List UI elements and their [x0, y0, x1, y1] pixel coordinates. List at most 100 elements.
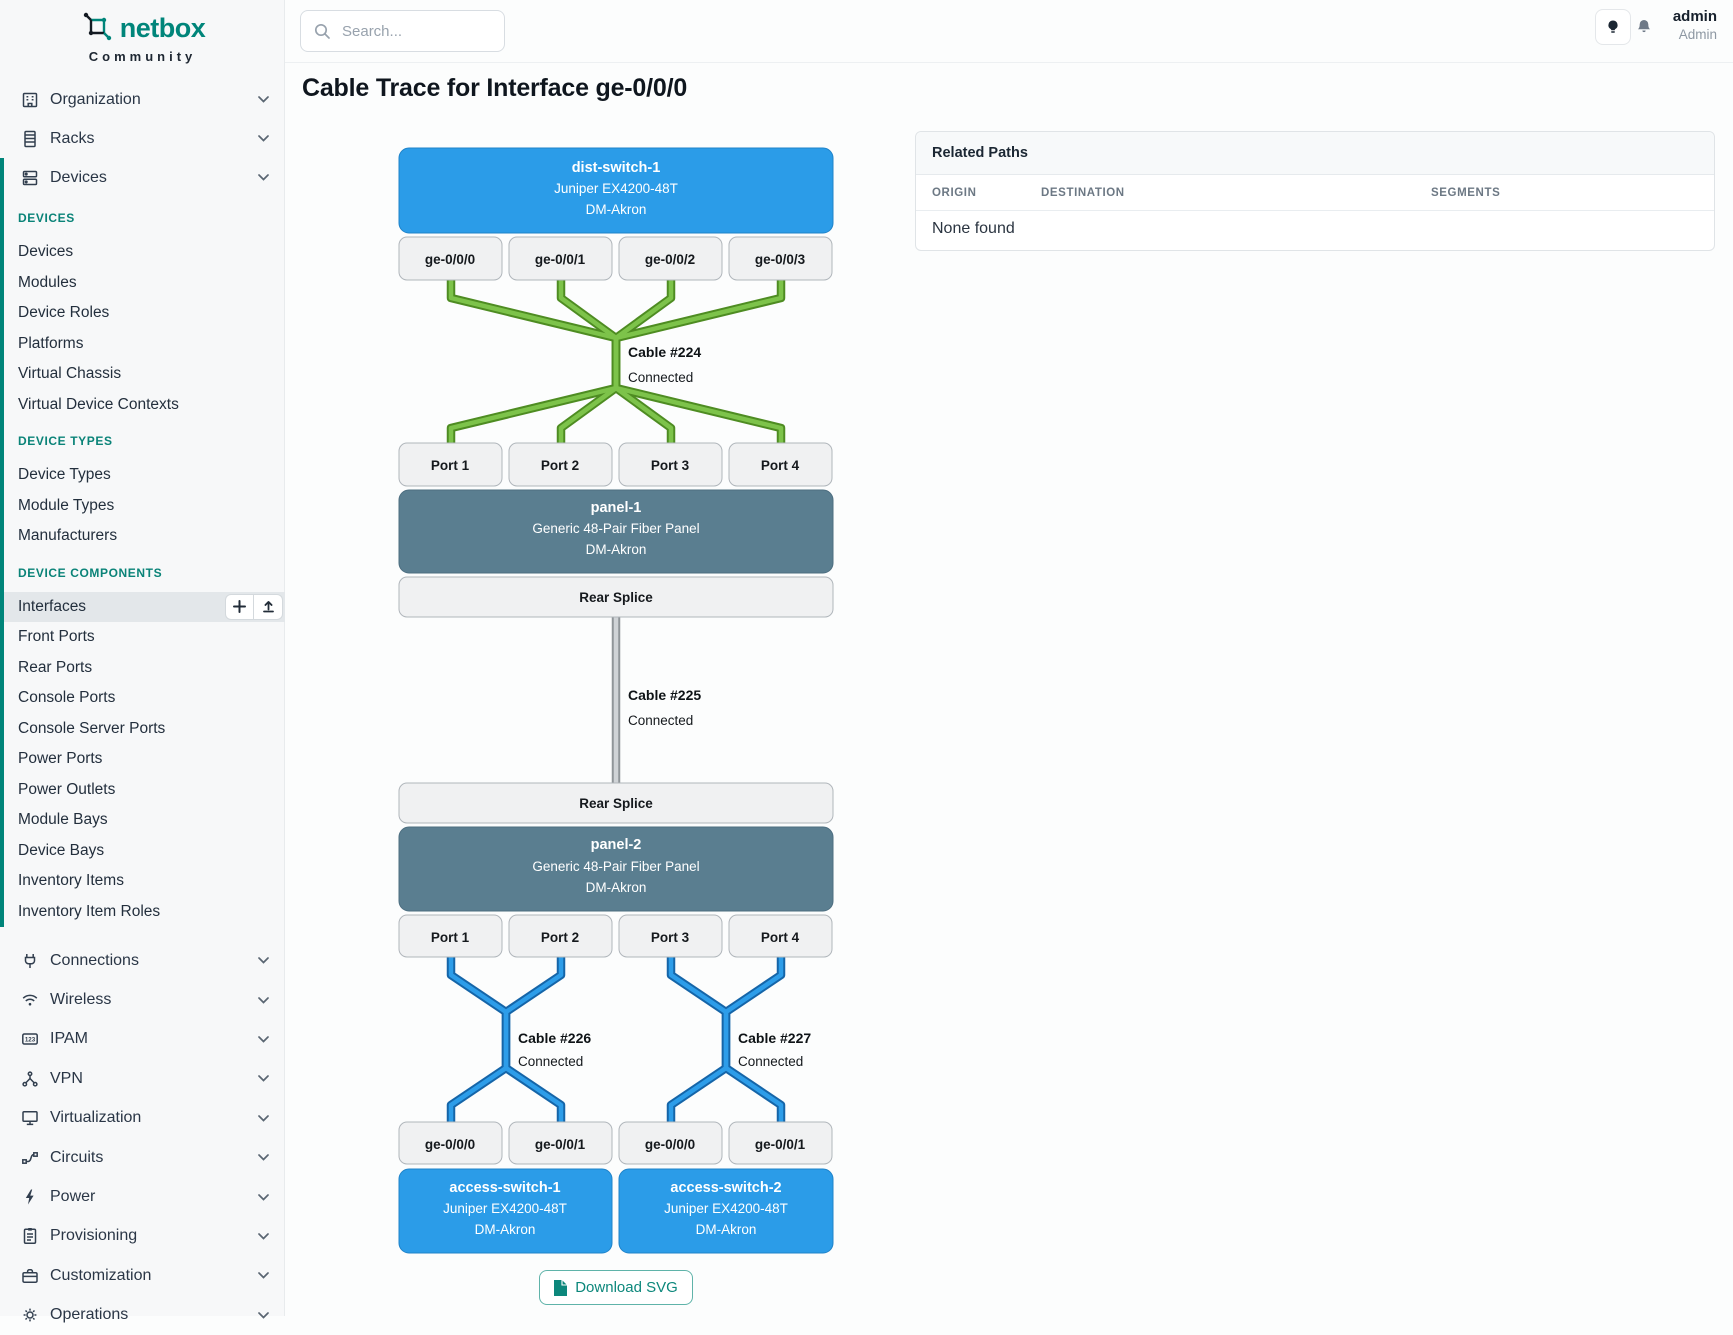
sidebar-item-virtual-device-contexts[interactable]: Virtual Device Contexts: [4, 390, 285, 421]
sidebar-item-platforms[interactable]: Platforms: [4, 329, 285, 360]
interface-label[interactable]: ge-0/0/2: [645, 252, 695, 267]
trace-front-port-row-panel1[interactable]: Port 1 Port 2 Port 3 Port 4: [399, 443, 832, 486]
chevron-down-icon: [258, 957, 269, 964]
front-port-label[interactable]: Port 1: [431, 930, 470, 945]
chevron-down-icon: [258, 1312, 269, 1319]
sidebar-item-inventory-item-roles[interactable]: Inventory Item Roles: [4, 897, 285, 928]
sidebar-item-manufacturers[interactable]: Manufacturers: [4, 521, 285, 552]
sidebar-item-organization[interactable]: Organization: [0, 80, 285, 119]
cable-227-label[interactable]: Cable #227 Connected: [738, 1030, 811, 1069]
column-header-destination: DESTINATION: [1041, 187, 1431, 199]
sidebar-item-power[interactable]: Power: [0, 1177, 285, 1216]
sidebar-item-console-server-ports[interactable]: Console Server Ports: [4, 714, 285, 745]
sidebar-item-power-ports[interactable]: Power Ports: [4, 744, 285, 775]
user-menu[interactable]: admin Admin: [1625, 8, 1717, 43]
sidebar-item-module-bays[interactable]: Module Bays: [4, 805, 285, 836]
cable-label[interactable]: Cable #227: [738, 1030, 811, 1046]
trace-rear-port-panel1[interactable]: Rear Splice: [399, 577, 833, 617]
trace-node-dist-switch-1[interactable]: dist-switch-1 Juniper EX4200-48T DM-Akro…: [399, 148, 833, 233]
device-model: Generic 48-Pair Fiber Panel: [532, 521, 699, 536]
device-name[interactable]: access-switch-2: [670, 1180, 781, 1196]
interface-label[interactable]: ge-0/0/0: [425, 1137, 475, 1152]
front-port-label[interactable]: Port 1: [431, 458, 470, 473]
sidebar-item-rear-ports[interactable]: Rear Ports: [4, 653, 285, 684]
building-icon: [20, 90, 40, 110]
interface-label[interactable]: ge-0/0/1: [755, 1137, 806, 1152]
trace-front-port-row-panel2[interactable]: Port 1 Port 2 Port 3 Port 4: [399, 915, 832, 957]
brand-name: netbox: [120, 13, 206, 44]
trace-interface-row-top[interactable]: ge-0/0/0 ge-0/0/1 ge-0/0/2 ge-0/0/3: [399, 237, 832, 280]
front-port-label[interactable]: Port 2: [541, 458, 579, 473]
rear-port-label[interactable]: Rear Splice: [579, 796, 653, 811]
trace-rear-port-panel2[interactable]: Rear Splice: [399, 783, 833, 823]
search-input[interactable]: [340, 22, 484, 41]
sidebar-item-device-types[interactable]: Device Types: [4, 460, 285, 491]
trace-node-panel-1[interactable]: panel-1 Generic 48-Pair Fiber Panel DM-A…: [399, 490, 833, 573]
interface-label[interactable]: ge-0/0/0: [645, 1137, 695, 1152]
device-name[interactable]: panel-1: [591, 500, 642, 516]
counter-icon: 123: [20, 1029, 40, 1049]
device-model: Generic 48-Pair Fiber Panel: [532, 859, 699, 874]
cable-226-label[interactable]: Cable #226 Connected: [518, 1030, 591, 1069]
device-name[interactable]: dist-switch-1: [572, 160, 661, 176]
cable-225-label[interactable]: Cable #225 Connected: [628, 687, 701, 728]
sidebar-item-front-ports[interactable]: Front Ports: [4, 622, 285, 653]
sidebar-item-interfaces[interactable]: Interfaces: [4, 592, 285, 623]
device-name[interactable]: panel-2: [591, 837, 642, 853]
app-logo[interactable]: netbox Community: [0, 8, 285, 64]
rear-port-label[interactable]: Rear Splice: [579, 590, 653, 605]
sidebar-item-device-bays[interactable]: Device Bays: [4, 836, 285, 867]
sidebar-item-circuits[interactable]: Circuits: [0, 1138, 285, 1177]
trace-node-access-switch-1[interactable]: access-switch-1 Juniper EX4200-48T DM-Ak…: [399, 1169, 612, 1253]
cable-trace-diagram: dist-switch-1 Juniper EX4200-48T DM-Akro…: [398, 130, 834, 1258]
cable-label[interactable]: Cable #225: [628, 687, 701, 703]
trace-node-panel-2[interactable]: panel-2 Generic 48-Pair Fiber Panel DM-A…: [399, 827, 833, 911]
sidebar-item-devices[interactable]: Devices: [4, 158, 285, 197]
front-port-label[interactable]: Port 2: [541, 930, 579, 945]
search-box[interactable]: [300, 10, 505, 52]
import-button[interactable]: [254, 594, 283, 620]
device-name[interactable]: access-switch-1: [449, 1180, 560, 1196]
network-nodes-icon: [20, 1069, 40, 1089]
sidebar-item-modules[interactable]: Modules: [4, 268, 285, 299]
trace-interface-row-bottom[interactable]: ge-0/0/0 ge-0/0/1 ge-0/0/0 ge-0/0/1: [399, 1122, 832, 1164]
sidebar-item-ipam[interactable]: 123 IPAM: [0, 1020, 285, 1059]
sidebar-item-label: Racks: [50, 130, 94, 148]
interface-label[interactable]: ge-0/0/0: [425, 252, 475, 267]
sidebar-item-wireless[interactable]: Wireless: [0, 980, 285, 1019]
front-port-label[interactable]: Port 4: [761, 458, 800, 473]
front-port-label[interactable]: Port 3: [651, 930, 690, 945]
chevron-down-icon: [258, 1233, 269, 1240]
front-port-label[interactable]: Port 3: [651, 458, 690, 473]
front-port-label[interactable]: Port 4: [761, 930, 800, 945]
sidebar-item-console-ports[interactable]: Console Ports: [4, 683, 285, 714]
interface-label[interactable]: ge-0/0/1: [535, 252, 586, 267]
sidebar-item-virtualization[interactable]: Virtualization: [0, 1099, 285, 1138]
interface-label[interactable]: ge-0/0/3: [755, 252, 806, 267]
trace-node-access-switch-2[interactable]: access-switch-2 Juniper EX4200-48T DM-Ak…: [619, 1169, 833, 1253]
cable-label[interactable]: Cable #226: [518, 1030, 591, 1046]
sidebar-item-devices-list[interactable]: Devices: [4, 237, 285, 268]
section-title-device-types: DEVICE TYPES: [4, 420, 285, 460]
sidebar-item-inventory-items[interactable]: Inventory Items: [4, 866, 285, 897]
sidebar-item-power-outlets[interactable]: Power Outlets: [4, 775, 285, 806]
sidebar-item-connections[interactable]: Connections: [0, 941, 285, 980]
lightning-bolt-icon: [20, 1187, 40, 1207]
sidebar-item-module-types[interactable]: Module Types: [4, 491, 285, 522]
related-paths-title: Related Paths: [916, 132, 1714, 175]
download-svg-button[interactable]: Download SVG: [539, 1270, 693, 1305]
cable-224-label[interactable]: Cable #224 Connected: [628, 344, 701, 385]
sidebar-item-customization[interactable]: Customization: [0, 1256, 285, 1295]
sidebar-item-virtual-chassis[interactable]: Virtual Chassis: [4, 359, 285, 390]
add-button[interactable]: [225, 594, 254, 620]
sidebar-item-label: Virtualization: [50, 1109, 141, 1127]
sidebar-item-provisioning[interactable]: Provisioning: [0, 1217, 285, 1256]
interface-label[interactable]: ge-0/0/1: [535, 1137, 586, 1152]
sidebar-item-operations[interactable]: Operations: [0, 1296, 285, 1335]
cable-label[interactable]: Cable #224: [628, 344, 701, 360]
cable-status: Connected: [628, 713, 693, 728]
sidebar-item-vpn[interactable]: VPN: [0, 1059, 285, 1098]
sidebar-item-racks[interactable]: Racks: [0, 119, 285, 158]
sidebar-item-device-roles[interactable]: Device Roles: [4, 298, 285, 329]
rack-icon: [20, 129, 40, 149]
